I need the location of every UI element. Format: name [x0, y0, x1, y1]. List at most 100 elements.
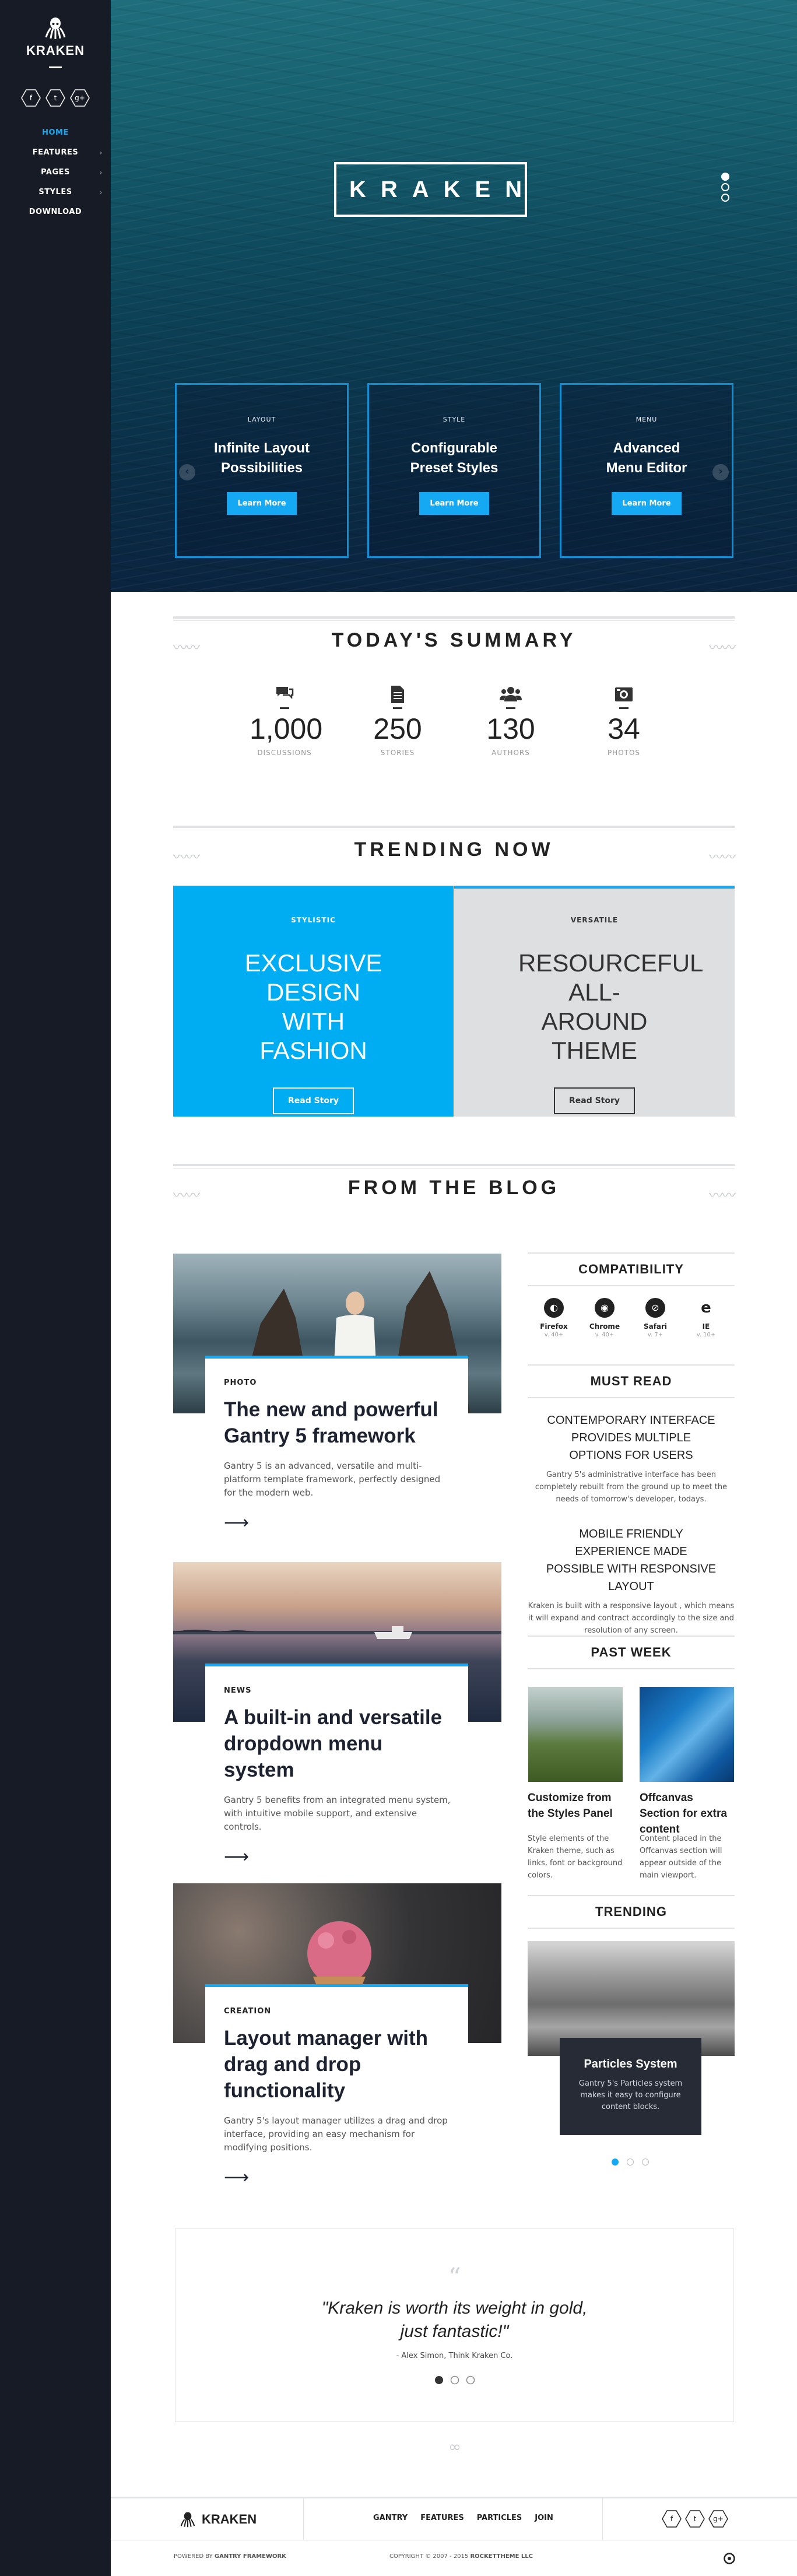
past-week-image-field[interactable]: [528, 1687, 623, 1782]
wave-ornament-icon: 〰〰: [709, 640, 736, 656]
copyright: COPYRIGHT © 2007 - 2015 ROCKETTHEME LLC: [389, 2553, 533, 2560]
must-read-item: MOBILE FRIENDLY EXPERIENCE MADE POSSIBLE…: [528, 1525, 735, 1637]
slider-dot[interactable]: [721, 173, 729, 181]
camera-icon: [589, 685, 659, 705]
feature-category: STYLE: [443, 416, 466, 423]
arrow-right-icon[interactable]: ⟶: [224, 1512, 451, 1533]
hero-title: KRAKEN: [334, 162, 527, 217]
testimonial-box: “ "Kraken is worth its weight in gold, j…: [175, 2228, 734, 2422]
footer-link-particles[interactable]: PARTICLES: [477, 2514, 522, 2522]
section-title: TRENDING NOW: [354, 838, 554, 861]
back-to-top-icon[interactable]: [723, 2552, 736, 2567]
document-icon: [363, 685, 433, 705]
footer-brand: KRAKEN: [202, 2512, 257, 2526]
footer-link-features[interactable]: FEATURES: [420, 2514, 464, 2522]
widget-title: TRENDING: [595, 1904, 667, 1919]
stat-value: 250: [373, 713, 422, 745]
nav-pages[interactable]: PAGES ›: [0, 163, 111, 183]
footer-logo[interactable]: KRAKEN: [180, 2511, 257, 2528]
stat-value: 1,000: [250, 713, 323, 745]
twitter-icon[interactable]: t: [45, 89, 65, 107]
google-plus-icon[interactable]: g+: [70, 89, 90, 107]
stat-label: PHOTOS: [607, 749, 641, 757]
post-title[interactable]: A built-in and versatile dropdown menu s…: [224, 1704, 451, 1783]
post-title[interactable]: Layout manager with drag and drop functi…: [224, 2025, 451, 2104]
past-week-title[interactable]: Offcanvas Section for extra content: [640, 1790, 736, 1837]
facebook-icon[interactable]: f: [21, 89, 41, 107]
feature-card-style: STYLE Configurable Preset Styles Learn M…: [367, 383, 541, 558]
learn-more-button[interactable]: Learn More: [612, 492, 682, 515]
past-week-image-blue[interactable]: [640, 1687, 734, 1782]
post-title[interactable]: The new and powerful Gantry 5 framework: [224, 1396, 451, 1449]
stat-label: DISCUSSIONS: [257, 749, 312, 757]
trending-card-stylistic: STYLISTIC EXCLUSIVE DESIGN WITH FASHION …: [173, 886, 454, 1117]
facebook-icon[interactable]: f: [662, 2510, 682, 2528]
comments-icon: [250, 685, 319, 705]
feature-title: Configurable Preset Styles: [410, 440, 498, 476]
google-plus-icon[interactable]: g+: [708, 2510, 728, 2528]
trending-card-text: Gantry 5's Particles system makes it eas…: [578, 2079, 683, 2111]
post-category: NEWS: [224, 1686, 252, 1695]
kraken-octopus-icon: [180, 2512, 195, 2528]
must-read-title[interactable]: MOBILE FRIENDLY EXPERIENCE MADE POSSIBLE…: [528, 1525, 735, 1595]
nav-download[interactable]: DOWNLOAD: [0, 202, 111, 222]
past-week-text: Style elements of the Kraken theme, such…: [528, 1834, 623, 1880]
feature-category: MENU: [636, 416, 658, 423]
past-week-text: Content placed in the Offcanvas section …: [640, 1834, 722, 1880]
footer-link-gantry[interactable]: GANTRY: [373, 2514, 408, 2522]
brand-underline: [49, 66, 62, 68]
feature-category: LAYOUT: [247, 416, 276, 423]
post-card: CREATION Layout manager with drag and dr…: [205, 1984, 468, 2188]
trending-card-title[interactable]: Particles System: [573, 2058, 689, 2071]
blog-heading: 〰〰 〰〰 FROM THE BLOG: [173, 1164, 736, 1203]
post-card: NEWS A built-in and versatile dropdown m…: [205, 1663, 468, 1867]
footer-top: KRAKEN GANTRY FEATURES PARTICLES JOIN f …: [111, 2497, 797, 2540]
footer-link-join[interactable]: JOIN: [535, 2514, 553, 2522]
must-read-title[interactable]: CONTEMPORARY INTERFACE PROVIDES MULTIPLE…: [528, 1412, 735, 1464]
stat-label: STORIES: [380, 749, 415, 757]
safari-icon: ⊘: [645, 1298, 665, 1318]
sidebar-nav: HOME FEATURES › PAGES › STYLES › DOWNLOAD: [0, 123, 111, 222]
stat-stories: 250 STORIES: [363, 685, 433, 757]
post-card: PHOTO The new and powerful Gantry 5 fram…: [205, 1356, 468, 1533]
users-icon: [476, 685, 546, 705]
post-excerpt: Gantry 5 benefits from an integrated men…: [224, 1795, 451, 1832]
trending-title: EXCLUSIVE DESIGN WITH FASHION: [244, 949, 382, 1064]
learn-more-button[interactable]: Learn More: [227, 492, 297, 515]
widget-title: MUST READ: [590, 1374, 672, 1388]
chrome-icon: ◉: [595, 1298, 615, 1318]
past-week-widget: PAST WEEK: [528, 1636, 735, 1669]
stat-authors: 130 AUTHORS: [476, 685, 546, 757]
learn-more-button[interactable]: Learn More: [419, 492, 489, 515]
slider-dot[interactable]: [721, 194, 729, 202]
nav-styles[interactable]: STYLES ›: [0, 183, 111, 202]
trending-pager-dots: [611, 2157, 649, 2168]
past-week-title[interactable]: Customize from the Styles Panel: [528, 1790, 624, 1822]
powered-by-link[interactable]: GANTRY FRAMEWORK: [215, 2553, 286, 2560]
trending-card-versatile: VERSATILE RESOURCEFUL ALL-AROUND THEME R…: [454, 886, 735, 1117]
read-story-button[interactable]: Read Story: [553, 1087, 636, 1114]
arrow-right-icon[interactable]: ⟶: [224, 2167, 451, 2188]
twitter-icon[interactable]: t: [685, 2510, 705, 2528]
copyright-link[interactable]: ROCKETTHEME LLC: [470, 2553, 533, 2560]
slider-dot[interactable]: [721, 183, 729, 191]
read-story-button[interactable]: Read Story: [272, 1087, 354, 1114]
nav-features[interactable]: FEATURES ›: [0, 143, 111, 163]
must-read-item: CONTEMPORARY INTERFACE PROVIDES MULTIPLE…: [528, 1412, 735, 1505]
section-title: FROM THE BLOG: [347, 1177, 560, 1199]
trending-heading: 〰〰 〰〰 TRENDING NOW: [173, 826, 736, 865]
nav-home[interactable]: HOME: [0, 123, 111, 143]
feature-title: Infinite Layout Possibilities: [214, 440, 310, 476]
chevron-right-icon: ›: [99, 149, 103, 157]
chevron-right-icon: ›: [99, 188, 103, 196]
testimonial-author: - Alex Simon, Think Kraken Co.: [396, 2352, 513, 2360]
footer-nav: GANTRY FEATURES PARTICLES JOIN: [373, 2514, 553, 2522]
hero-slider-dots: [721, 173, 729, 204]
arrow-right-icon[interactable]: ⟶: [224, 1847, 451, 1867]
sidebar: KRAKEN f t g+ HOME FEATURES › PAGES › STYL…: [0, 0, 111, 2576]
trending-overlay-card: Particles System Gantry 5's Particles sy…: [560, 2038, 701, 2135]
browser-safari: ⊘ Safari v. 7+: [638, 1298, 673, 1338]
sidebar-logo[interactable]: KRAKEN: [0, 0, 111, 68]
trending-title: RESOURCEFUL ALL-AROUND THEME: [518, 949, 704, 1064]
post-excerpt: Gantry 5's layout manager utilizes a dra…: [224, 2115, 448, 2153]
